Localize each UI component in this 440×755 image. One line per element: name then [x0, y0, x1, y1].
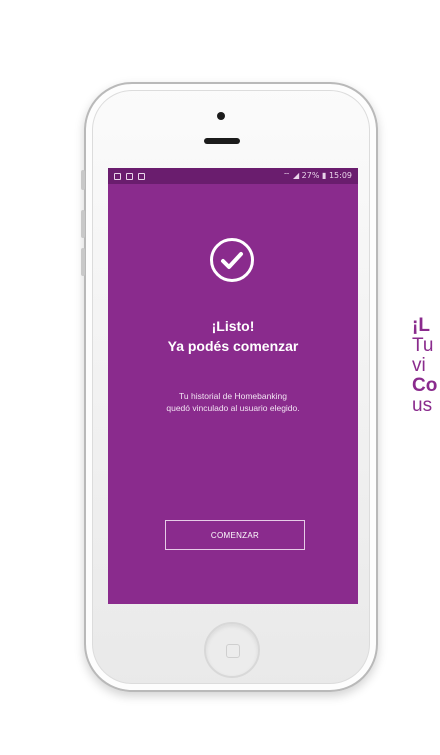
earpiece-speaker [204, 138, 240, 144]
side-line-4: Co [412, 375, 438, 396]
success-subtitle: Ya podés comenzar [167, 338, 299, 354]
volume-up-button [81, 210, 85, 238]
status-right: ⌔ ◢ 27% ▮ 15:09 [283, 171, 352, 181]
battery-icon: ▮ [321, 171, 327, 180]
success-message: Tu historial de Homebanking quedó vincul… [128, 390, 338, 414]
volume-down-button [81, 248, 85, 276]
status-bar: ⌔ ◢ 27% ▮ 15:09 [108, 168, 358, 184]
home-square-icon [226, 644, 240, 658]
front-camera [217, 112, 225, 120]
side-line-3: vi [412, 355, 426, 376]
calendar-icon [114, 172, 121, 180]
signal-icon: ◢ [292, 171, 300, 180]
comenzar-button[interactable]: COMENZAR [165, 520, 305, 550]
check-icon [221, 252, 243, 269]
notification-icon [138, 172, 145, 180]
side-line-1: ¡L [412, 315, 430, 336]
message-line-1: Tu historial de Homebanking [179, 391, 287, 401]
mute-switch [81, 170, 85, 190]
status-time: 15:09 [328, 171, 352, 180]
side-line-5: us [412, 395, 433, 416]
wifi-icon: ⌔ [282, 171, 291, 180]
message-line-2: quedó vinculado al usuario elegido. [166, 403, 300, 413]
check-circle-icon [210, 238, 254, 282]
image-icon [126, 172, 133, 180]
phone-mockup: ⌔ ◢ 27% ▮ 15:09 ¡Listo! Ya podés comenza… [81, 82, 378, 692]
phone-screen: ⌔ ◢ 27% ▮ 15:09 ¡Listo! Ya podés comenza… [108, 168, 358, 604]
side-marketing-text: ¡L Tu vi Co us [412, 316, 437, 416]
home-button[interactable] [204, 622, 260, 678]
battery-percent: 27% [301, 171, 320, 180]
side-line-2: Tu [412, 335, 434, 356]
success-title: ¡Listo! [211, 318, 255, 334]
